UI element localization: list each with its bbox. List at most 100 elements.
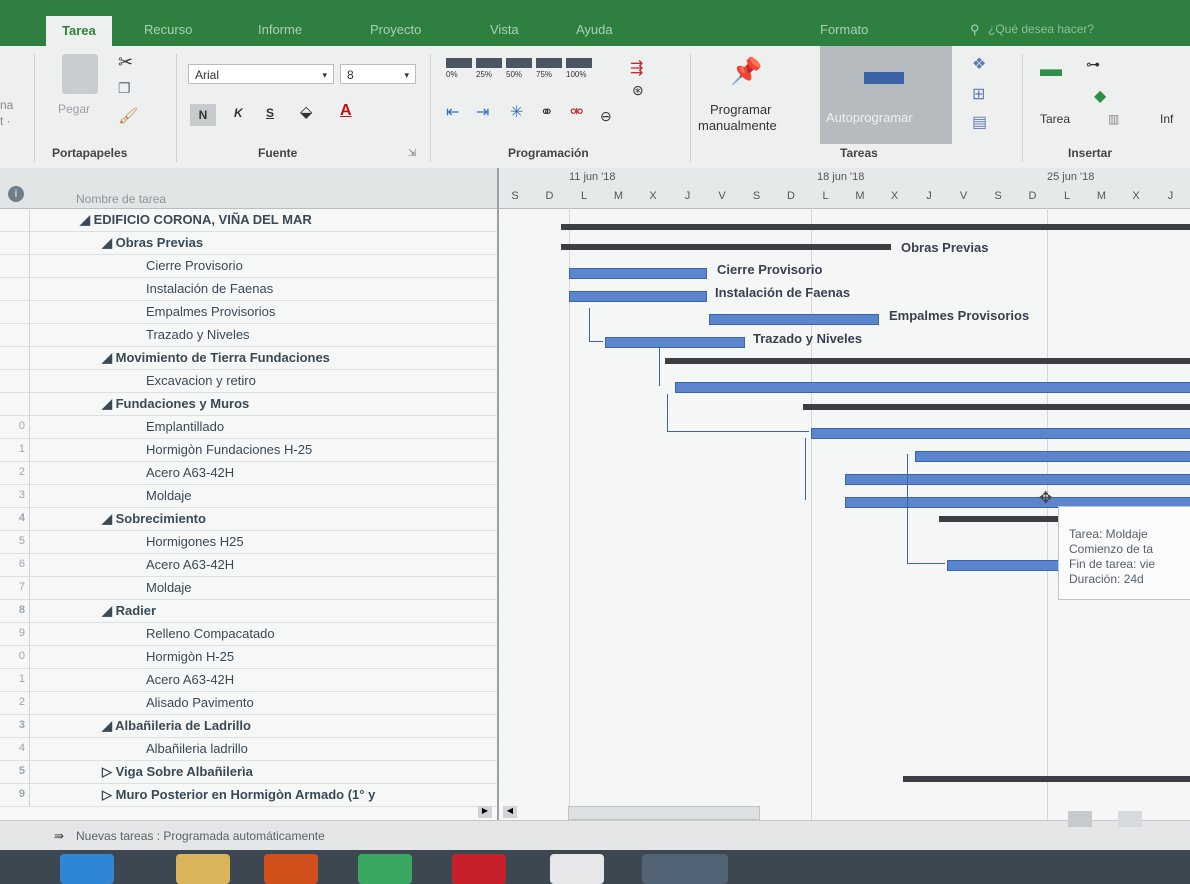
new-tasks-status[interactable]: Nuevas tareas : Programada automáticamen…	[76, 829, 325, 843]
pct-100-button[interactable]: 100%	[566, 70, 586, 79]
table-row[interactable]: 6 Acero A63-42H	[0, 553, 497, 577]
manual-schedule-button-2[interactable]: manualmente	[698, 118, 777, 133]
task-name-cell[interactable]: Alisado Pavimento	[146, 691, 254, 714]
table-row[interactable]: Excavacion y retiro	[0, 369, 497, 393]
table-row[interactable]: 1 Acero A63-42H	[0, 668, 497, 692]
scroll-left-button[interactable]: ◀	[503, 806, 517, 818]
font-color-icon[interactable]: A	[340, 102, 352, 120]
table-row[interactable]: Empalmes Provisorios	[0, 300, 497, 324]
milestone-icon[interactable]: ◆	[1094, 86, 1106, 106]
tab-recurso[interactable]: Recurso	[144, 22, 192, 37]
task-bar-instalacion[interactable]	[569, 291, 707, 302]
font-size-select[interactable]: 8 ▾	[340, 64, 416, 84]
table-row[interactable]: Cierre Provisorio	[0, 254, 497, 278]
ie-icon[interactable]	[60, 854, 114, 884]
column-header-task-name[interactable]: Nombre de tarea	[76, 192, 166, 206]
task-bar-excavacion[interactable]	[675, 382, 1190, 393]
table-row[interactable]: 2 Alisado Pavimento	[0, 691, 497, 715]
table-row[interactable]: 9 Relleno Compacatado	[0, 622, 497, 646]
task-name-cell[interactable]: Hormigòn Fundaciones H-25	[146, 438, 312, 461]
row-number[interactable]: 9	[0, 783, 30, 806]
font-dialog-launcher-icon[interactable]: ⇲	[408, 148, 416, 159]
task-name-cell[interactable]: ◢ Obras Previas	[102, 231, 203, 254]
task-name-cell[interactable]: Albañileria ladrillo	[146, 737, 248, 760]
link-tasks-icon[interactable]: ⚭	[540, 102, 553, 122]
tab-informe[interactable]: Informe	[258, 22, 302, 37]
table-row[interactable]: 3 Moldaje	[0, 484, 497, 508]
table-row[interactable]: 1 Hormigòn Fundaciones H-25	[0, 438, 497, 462]
table-row[interactable]: 5 ▷ Viga Sobre Albañilerìa	[0, 760, 497, 784]
pin-icon[interactable]: 📌	[730, 56, 762, 87]
row-number[interactable]: 5	[0, 530, 30, 553]
table-row[interactable]: Instalación de Faenas	[0, 277, 497, 301]
tell-me-box[interactable]: ¿Qué desea hacer?	[988, 22, 1094, 36]
task-bar-acero[interactable]	[845, 474, 1190, 485]
copy-icon[interactable]: ❐	[118, 80, 131, 97]
table-row[interactable]: 8 ◢ Radier	[0, 599, 497, 623]
table-row[interactable]: ◢ EDIFICIO CORONA, VIÑA DEL MAR	[0, 208, 497, 232]
task-bar-cierre[interactable]	[569, 268, 707, 279]
task-name-cell[interactable]: Instalación de Faenas	[146, 277, 273, 300]
tab-proyecto[interactable]: Proyecto	[370, 22, 421, 37]
scroll-right-button[interactable]: ▶	[478, 806, 492, 818]
table-row[interactable]: Trazado y Niveles	[0, 323, 497, 347]
table-row[interactable]: 5 Hormigones H25	[0, 530, 497, 554]
document-icon[interactable]	[550, 854, 604, 884]
project-taskbar-icon[interactable]	[642, 854, 728, 884]
paste-icon[interactable]	[62, 54, 98, 94]
deliverable-icon[interactable]: ▥	[1108, 112, 1119, 126]
gantt-view-icon[interactable]	[1068, 811, 1092, 827]
summary-bar-movimiento[interactable]	[665, 358, 1190, 364]
inactivate-icon[interactable]: ⊖	[600, 108, 612, 125]
task-name-cell[interactable]: Empalmes Provisorios	[146, 300, 275, 323]
manual-schedule-button[interactable]: Programar	[710, 102, 771, 117]
task-name-cell[interactable]: Acero A63-42H	[146, 461, 234, 484]
task-name-cell[interactable]: Emplantillado	[146, 415, 224, 438]
format-painter-icon[interactable]: 🖌	[118, 106, 138, 126]
task-bar-trazado[interactable]	[605, 337, 745, 348]
row-number[interactable]	[0, 369, 30, 392]
chrome-icon[interactable]	[358, 854, 412, 884]
row-number[interactable]	[0, 254, 30, 277]
bold-button[interactable]: N	[190, 104, 216, 126]
table-row[interactable]: 0 Emplantillado	[0, 415, 497, 439]
summary-bar-project[interactable]	[561, 224, 1190, 230]
task-name-cell[interactable]: Excavacion y retiro	[146, 369, 256, 392]
task-name-cell[interactable]: ◢ Movimiento de Tierra Fundaciones	[102, 346, 330, 369]
mode-icon[interactable]: ▤	[972, 112, 987, 132]
pct-0-button[interactable]: 0%	[446, 70, 458, 79]
row-number[interactable]: 7	[0, 576, 30, 599]
row-number[interactable]: 5	[0, 760, 30, 783]
task-name-cell[interactable]: Hormigones H25	[146, 530, 244, 553]
table-row[interactable]: 4 ◢ Sobrecimiento	[0, 507, 497, 531]
table-row[interactable]: 4 Albañileria ladrillo	[0, 737, 497, 761]
table-row[interactable]: ◢ Fundaciones y Muros	[0, 392, 497, 416]
table-row[interactable]: 3 ◢ Albañileria de Ladrillo	[0, 714, 497, 738]
table-row[interactable]: ◢ Movimiento de Tierra Fundaciones	[0, 346, 497, 370]
row-number[interactable]	[0, 277, 30, 300]
task-bar-empalmes[interactable]	[709, 314, 879, 325]
task-name-cell[interactable]: ◢ Albañileria de Ladrillo	[102, 714, 251, 737]
row-number[interactable]	[0, 346, 30, 369]
unlink-tasks-icon[interactable]: ⚮	[570, 102, 583, 122]
summary-bar-viga[interactable]	[903, 776, 1190, 782]
tab-formato[interactable]: Formato	[820, 22, 868, 37]
task-name-cell[interactable]: ▷ Muro Posterior en Hormigòn Armado (1° …	[102, 783, 375, 806]
task-name-cell[interactable]: ◢ Sobrecimiento	[102, 507, 206, 530]
info-icon[interactable]: i	[8, 186, 24, 202]
summary-bar-fundaciones[interactable]	[803, 404, 1190, 410]
insert-task-button[interactable]: Tarea	[1040, 112, 1070, 126]
indent-icon[interactable]: ⇥	[476, 102, 489, 122]
table-row[interactable]: 7 Moldaje	[0, 576, 497, 600]
info-button-cut[interactable]: Inf	[1160, 112, 1173, 126]
inspect-icon[interactable]: ❖	[972, 54, 986, 74]
task-name-cell[interactable]: ◢ Fundaciones y Muros	[102, 392, 249, 415]
task-name-cell[interactable]: Moldaje	[146, 576, 192, 599]
fill-color-icon[interactable]: ⬙	[300, 102, 312, 122]
task-name-cell[interactable]: ◢ Radier	[102, 599, 156, 622]
task-name-cell[interactable]: Moldaje	[146, 484, 192, 507]
task-name-cell[interactable]: Hormigòn H-25	[146, 645, 234, 668]
font-name-select[interactable]: Arial ▾	[188, 64, 334, 84]
outdent-icon[interactable]: ⇤	[446, 102, 459, 122]
table-row[interactable]: 0 Hormigòn H-25	[0, 645, 497, 669]
